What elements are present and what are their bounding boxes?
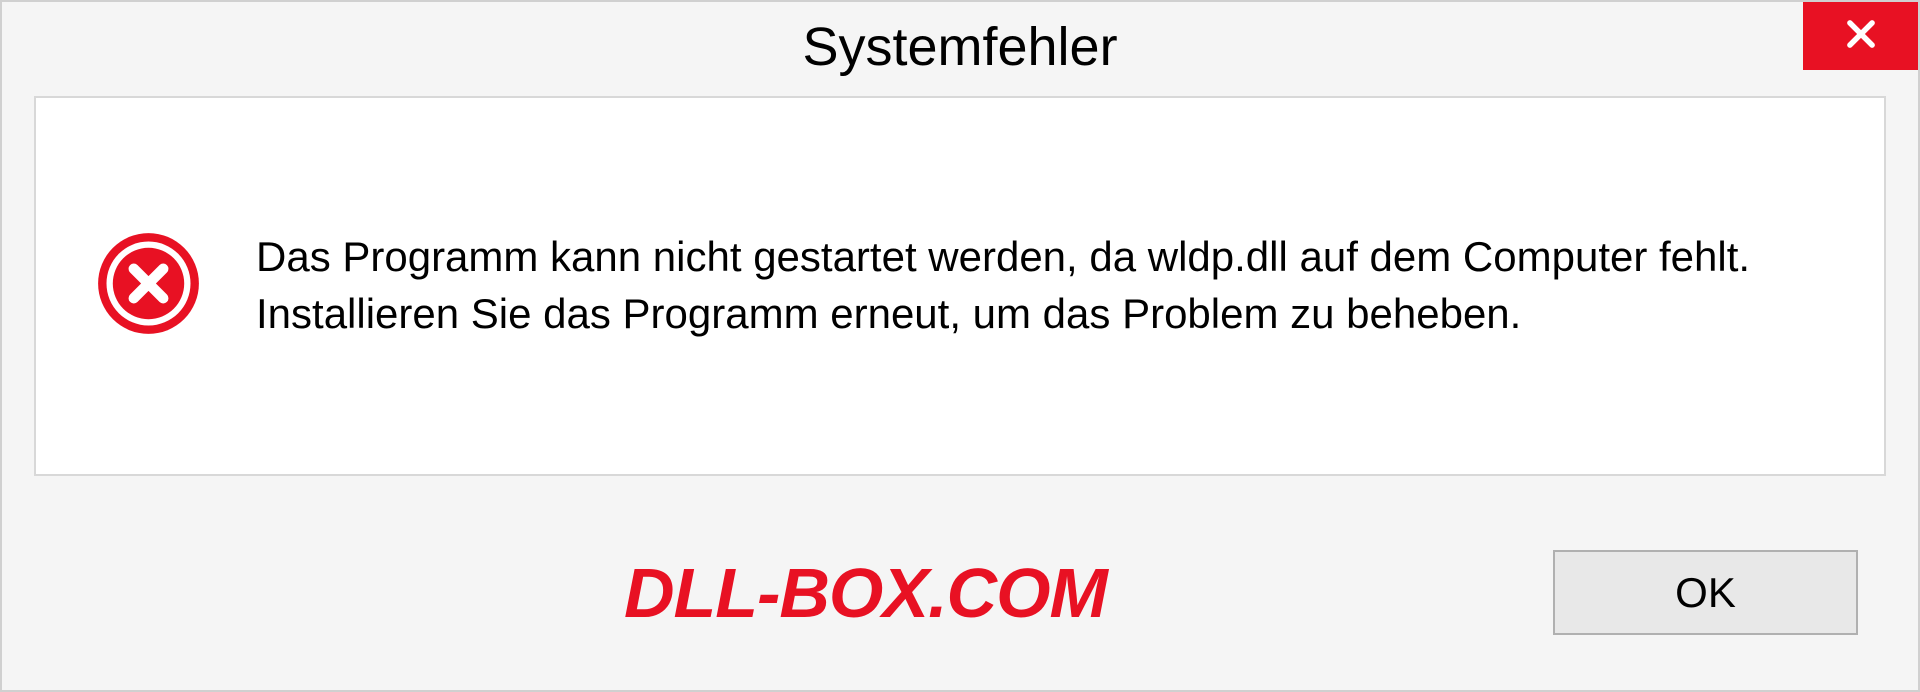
- ok-button[interactable]: OK: [1553, 550, 1858, 635]
- close-button[interactable]: [1803, 2, 1918, 70]
- error-message: Das Programm kann nicht gestartet werden…: [256, 229, 1786, 342]
- dialog-footer: DLL-BOX.COM OK: [2, 495, 1918, 690]
- watermark-text: DLL-BOX.COM: [624, 553, 1107, 633]
- dialog-title: Systemfehler: [802, 16, 1117, 78]
- error-icon: [96, 231, 201, 341]
- error-dialog: Systemfehler Das Programm kann nicht ges…: [0, 0, 1920, 692]
- titlebar: Systemfehler: [2, 2, 1918, 92]
- close-icon: [1842, 15, 1880, 58]
- content-area: Das Programm kann nicht gestartet werden…: [34, 96, 1886, 476]
